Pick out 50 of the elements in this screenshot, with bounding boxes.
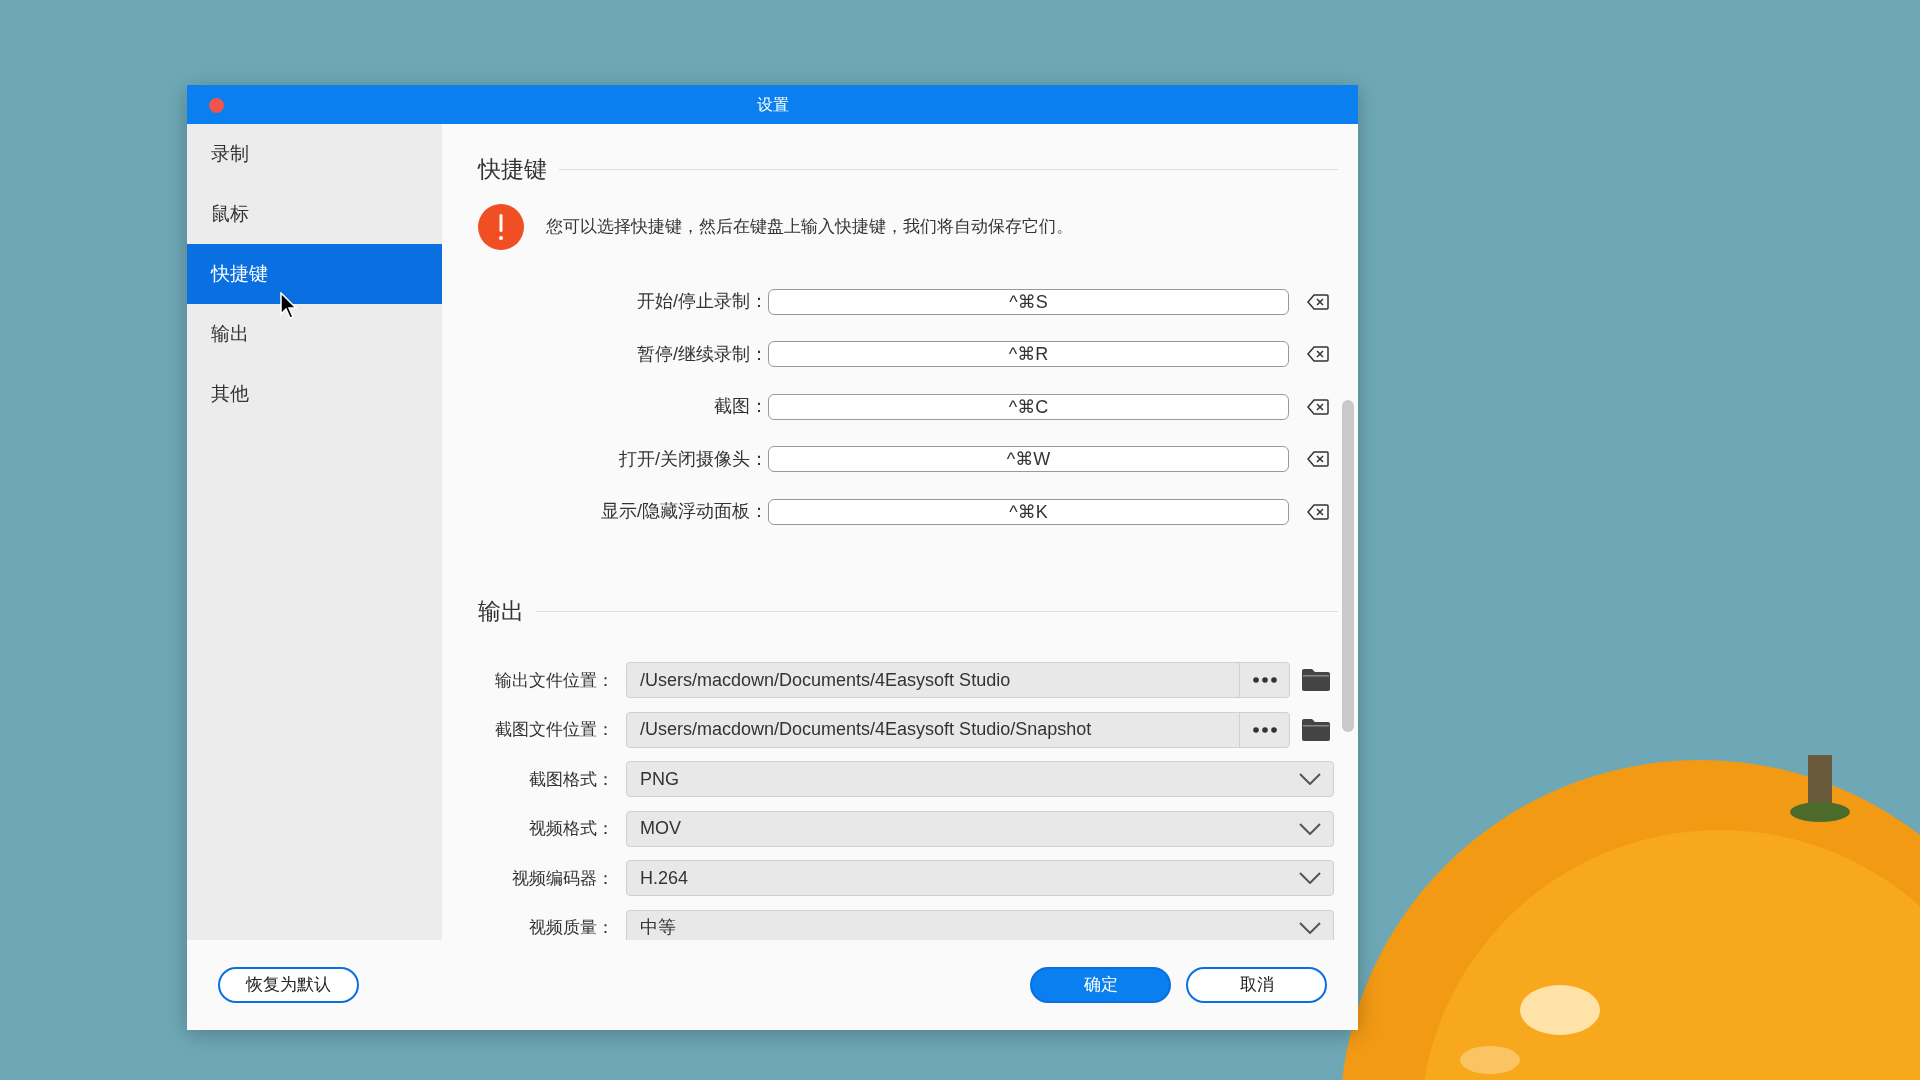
- more-icon: [1252, 677, 1277, 684]
- path-field[interactable]: /Users/macdown/Documents/4Easysoft Studio: [626, 662, 1290, 699]
- sidebar-item[interactable]: 鼠标: [187, 184, 442, 244]
- shortcut-field[interactable]: ^⌘R: [768, 341, 1289, 368]
- chevron-down-icon: [1299, 822, 1321, 835]
- section-heading: 快捷键: [478, 155, 547, 184]
- field-label: 显示/隐藏浮动面板：: [600, 500, 768, 524]
- field-label: 开始/停止录制：: [636, 290, 768, 314]
- folder-icon[interactable]: [1302, 718, 1330, 741]
- sidebar-item[interactable]: 快捷键: [187, 244, 442, 304]
- shortcut-field[interactable]: ^⌘C: [768, 393, 1289, 420]
- folder-icon[interactable]: [1302, 669, 1330, 692]
- path-field[interactable]: /Users/macdown/Documents/4Easysoft Studio/Snapshot: [626, 711, 1290, 748]
- cursor-icon: [280, 292, 298, 320]
- scrollbar[interactable]: [1342, 400, 1354, 732]
- sidebar-item[interactable]: 输出: [187, 304, 442, 364]
- field-label: 输出文件位置：: [494, 669, 614, 692]
- dialog-button[interactable]: 恢复为默认: [218, 967, 359, 1003]
- chevron-down-icon: [1299, 773, 1321, 786]
- chevron-down-icon: [1299, 921, 1321, 934]
- notice-text: 您可以选择快捷键，然后在键盘上输入快捷键，我们将自动保存它们。: [546, 215, 1073, 238]
- sidebar-item[interactable]: 录制: [187, 124, 442, 184]
- more-icon: [1252, 726, 1277, 733]
- field-label: 暂停/继续录制：: [636, 342, 768, 366]
- warning-icon: [478, 203, 524, 250]
- dialog-button[interactable]: 取消: [1186, 967, 1327, 1003]
- clear-icon[interactable]: [1307, 503, 1329, 520]
- shortcut-field[interactable]: ^⌘W: [768, 446, 1289, 473]
- shortcut-field[interactable]: ^⌘S: [768, 288, 1289, 315]
- field-label: 视频格式：: [528, 818, 614, 840]
- window-title: 设置: [756, 94, 789, 115]
- shortcut-field[interactable]: ^⌘K: [768, 498, 1289, 525]
- clear-icon[interactable]: [1307, 398, 1329, 415]
- clear-icon[interactable]: [1307, 293, 1329, 310]
- field-label: 截图文件位置：: [494, 719, 614, 741]
- field-label: 截图：: [713, 395, 768, 419]
- chevron-down-icon: [1299, 872, 1321, 885]
- clear-icon[interactable]: [1307, 451, 1329, 468]
- select-field[interactable]: H.264: [626, 860, 1334, 897]
- field-label: 打开/关闭摄像头：: [618, 447, 768, 471]
- field-label: 截图格式：: [528, 768, 614, 791]
- sidebar-item[interactable]: 其他: [187, 364, 442, 424]
- dialog-button[interactable]: 确定: [1030, 967, 1171, 1003]
- field-label: 视频编码器：: [511, 867, 614, 890]
- select-field[interactable]: 中等: [626, 909, 1334, 940]
- select-field[interactable]: MOV: [626, 810, 1334, 847]
- select-field[interactable]: PNG: [626, 761, 1334, 798]
- section-heading: 输出: [478, 597, 524, 626]
- clear-icon[interactable]: [1307, 346, 1329, 363]
- field-label: 视频质量：: [528, 917, 614, 939]
